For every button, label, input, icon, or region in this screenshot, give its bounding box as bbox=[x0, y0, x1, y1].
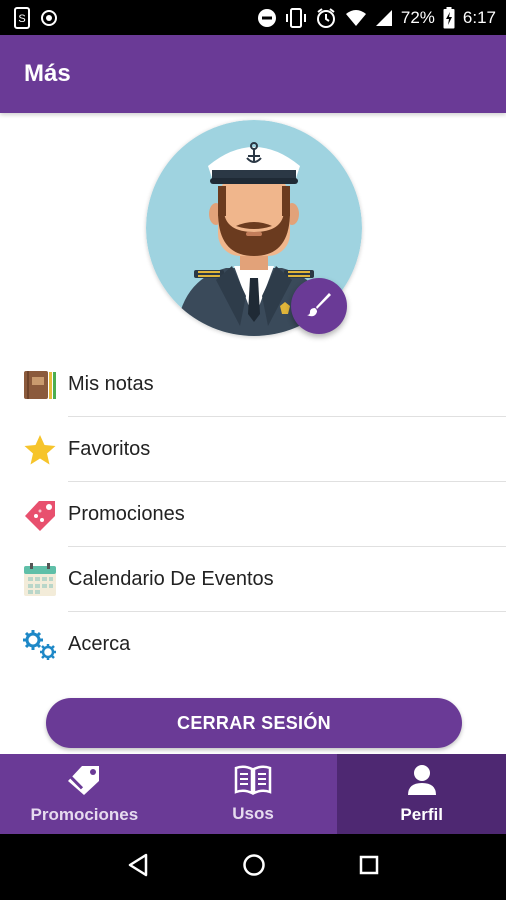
book-icon bbox=[234, 764, 272, 800]
brush-icon bbox=[305, 290, 333, 323]
profile-menu: Mis notas Favoritos Promociones Calendar… bbox=[0, 352, 506, 677]
menu-item-favoritos[interactable]: Favoritos bbox=[0, 417, 506, 482]
tab-usos[interactable]: Usos bbox=[169, 754, 338, 834]
vibrate-icon bbox=[285, 7, 307, 28]
do-not-disturb-icon bbox=[257, 8, 277, 28]
user-icon bbox=[407, 764, 437, 801]
cell-signal-icon bbox=[375, 9, 393, 27]
bottom-navigation: Promociones Usos Perfil bbox=[0, 754, 506, 834]
status-bar: S 72% 6:17 bbox=[0, 0, 506, 35]
tag-icon bbox=[22, 497, 58, 533]
svg-text:S: S bbox=[18, 13, 25, 25]
menu-item-calendario-de-eventos[interactable]: Calendario De Eventos bbox=[0, 547, 506, 612]
menu-item-label: Promociones bbox=[68, 503, 185, 525]
battery-charging-icon bbox=[443, 6, 455, 29]
menu-item-label: Acerca bbox=[68, 633, 131, 655]
s-app-notification-icon: S bbox=[14, 6, 30, 29]
tag-icon bbox=[66, 764, 102, 801]
tab-label: Usos bbox=[232, 803, 274, 823]
system-navigation-bar bbox=[0, 834, 506, 900]
menu-item-label: Favoritos bbox=[68, 438, 151, 460]
notebook-icon bbox=[22, 367, 58, 403]
menu-item-mis-notas[interactable]: Mis notas bbox=[0, 352, 506, 417]
back-icon[interactable] bbox=[127, 853, 149, 882]
battery-percent: 72% bbox=[400, 7, 435, 27]
menu-item-promociones[interactable]: Promociones bbox=[0, 482, 506, 547]
menu-item-label: Calendario De Eventos bbox=[68, 568, 274, 590]
calendar-icon bbox=[22, 562, 58, 598]
star-icon bbox=[22, 432, 58, 468]
tab-promociones[interactable]: Promociones bbox=[0, 754, 169, 834]
clock: 6:17 bbox=[462, 7, 496, 27]
wifi-icon bbox=[345, 9, 367, 27]
profile-avatar-container bbox=[146, 120, 362, 336]
menu-item-label: Mis notas bbox=[68, 373, 154, 395]
record-notification-icon bbox=[40, 9, 58, 27]
logout-button[interactable]: CERRAR SESIÓN bbox=[46, 698, 462, 748]
tab-perfil[interactable]: Perfil bbox=[337, 754, 506, 834]
edit-avatar-button[interactable] bbox=[291, 278, 347, 334]
home-icon[interactable] bbox=[242, 853, 266, 882]
recents-icon[interactable] bbox=[359, 855, 379, 880]
app-bar: Más bbox=[0, 35, 506, 113]
gears-icon bbox=[22, 627, 58, 663]
tab-label: Perfil bbox=[400, 804, 443, 824]
tab-label: Promociones bbox=[30, 804, 139, 824]
alarm-icon bbox=[315, 7, 337, 29]
menu-item-acerca[interactable]: Acerca bbox=[0, 612, 506, 677]
page-title: Más bbox=[24, 60, 71, 87]
